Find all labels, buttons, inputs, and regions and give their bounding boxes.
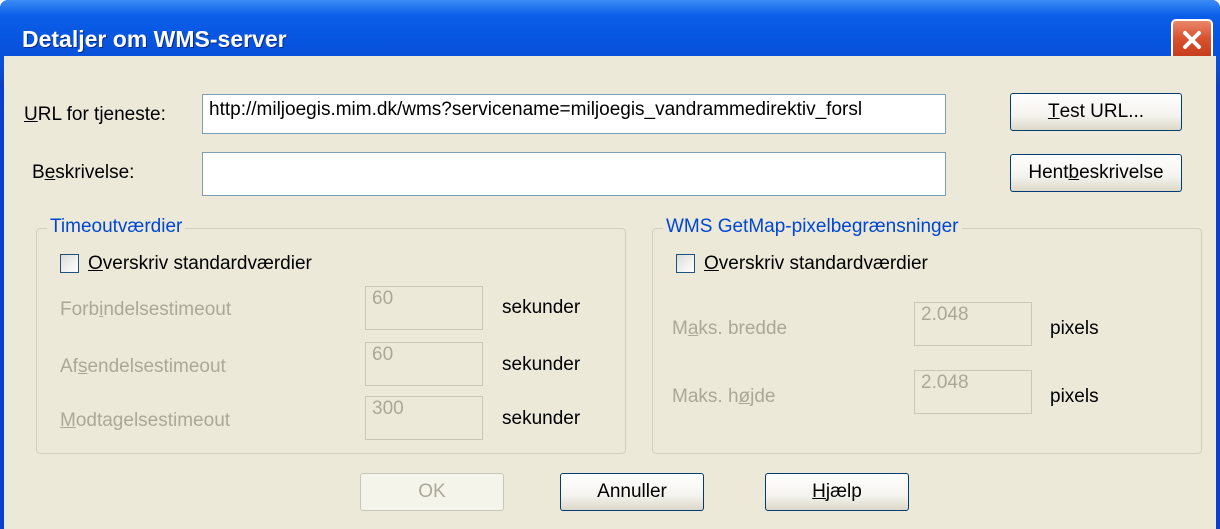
- timeout-override-checkbox[interactable]: [60, 254, 79, 273]
- connection-timeout-input[interactable]: 60: [365, 286, 483, 330]
- max-width-input[interactable]: 2.048: [914, 302, 1032, 346]
- receive-timeout-label: Modtagelsestimeout: [60, 410, 231, 431]
- send-timeout-label: Afsendelsestimeout: [60, 356, 226, 377]
- max-height-input[interactable]: 2.048: [914, 370, 1032, 414]
- close-icon: [1183, 31, 1201, 49]
- send-timeout-input[interactable]: 60: [365, 342, 483, 386]
- receive-timeout-input[interactable]: 300: [365, 396, 483, 440]
- dialog-window: Detaljer om WMS-server URL for tjeneste:…: [0, 0, 1220, 529]
- fetch-description-button[interactable]: Hent b eskrivelse: [1010, 154, 1182, 192]
- description-label: Beskrivelse:: [32, 162, 135, 183]
- ok-button[interactable]: OK: [360, 473, 504, 511]
- test-url-button[interactable]: Test URL...: [1010, 93, 1182, 131]
- close-button[interactable]: [1171, 19, 1213, 61]
- connection-timeout-unit: sekunder: [502, 297, 581, 318]
- timeout-group-title: Timeoutværdier: [47, 216, 186, 238]
- connection-timeout-label: Forbindelsestimeout: [60, 299, 232, 320]
- max-height-unit: pixels: [1050, 386, 1099, 407]
- receive-timeout-unit: sekunder: [502, 408, 581, 429]
- send-timeout-unit: sekunder: [502, 354, 581, 375]
- pixel-limits-group-title: WMS GetMap-pixelbegrænsninger: [663, 216, 962, 238]
- window-title: Detaljer om WMS-server: [22, 26, 287, 52]
- pixel-override-label[interactable]: Overskriv standardværdier: [704, 253, 928, 275]
- url-input[interactable]: http://miljoegis.mim.dk/wms?servicename=…: [202, 94, 946, 134]
- max-height-label: Maks. højde: [672, 386, 776, 407]
- cancel-button[interactable]: Annuller: [560, 473, 704, 511]
- url-label: URL for tjeneste:: [24, 104, 166, 125]
- help-button[interactable]: Hjælp: [765, 473, 909, 511]
- pixel-override-checkbox[interactable]: [676, 254, 695, 273]
- timeout-override-label[interactable]: Overskriv standardværdier: [88, 253, 312, 275]
- dialog-body: URL for tjeneste: http://miljoegis.mim.d…: [4, 56, 1216, 529]
- description-input[interactable]: [202, 152, 946, 196]
- max-width-unit: pixels: [1050, 318, 1099, 339]
- max-width-label: Maks. bredde: [672, 318, 788, 339]
